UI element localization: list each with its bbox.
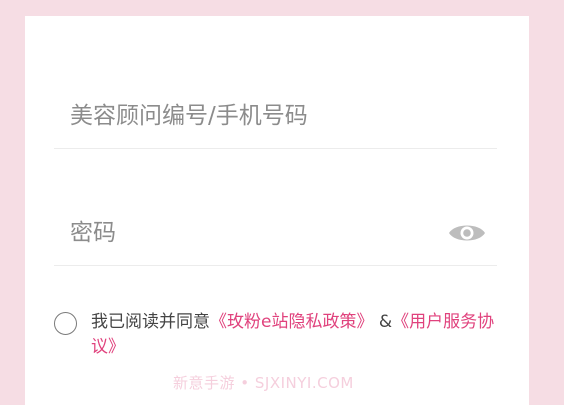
agreement-prefix: 我已阅读并同意 (91, 312, 210, 332)
agree-radio[interactable] (54, 312, 77, 335)
eye-icon[interactable] (447, 218, 487, 248)
password-input[interactable] (70, 201, 430, 265)
agreement-text: 我已阅读并同意《玫粉e站隐私政策》 &《用户服务协议》 (91, 310, 501, 360)
account-field (54, 84, 497, 149)
login-card: 我已阅读并同意《玫粉e站隐私政策》 &《用户服务协议》 (25, 16, 529, 405)
agreement-separator: & (378, 312, 393, 332)
watermark: 新意手游 • SJXINYI.COM (173, 374, 354, 392)
account-input[interactable] (70, 84, 490, 148)
privacy-policy-link[interactable]: 《玫粉e站隐私政策》 (210, 312, 373, 332)
password-field (54, 201, 497, 266)
